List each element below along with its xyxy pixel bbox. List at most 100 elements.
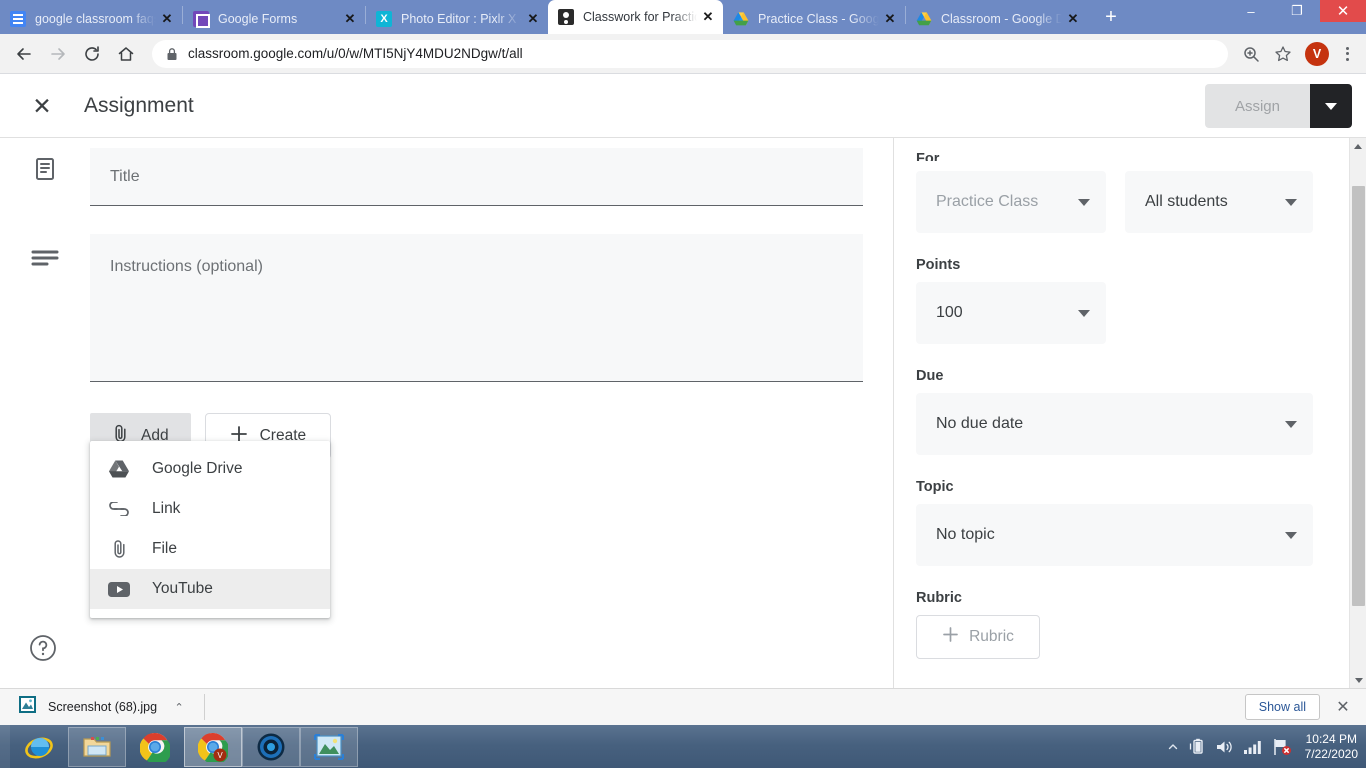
topic-block: Topic No topic	[916, 479, 1366, 566]
google-forms-icon	[193, 11, 210, 28]
close-icon[interactable]: ✕	[158, 10, 176, 28]
internet-explorer-icon[interactable]	[10, 727, 68, 767]
google-drive-icon	[733, 11, 749, 27]
media-player-icon[interactable]	[242, 726, 300, 767]
assignment-left-panel: Title Instructions (optional) Add Create…	[0, 138, 893, 688]
students-select-value: All students	[1145, 193, 1228, 210]
chevron-up-icon[interactable]: ⌃	[168, 701, 190, 714]
menu-item-youtube[interactable]: YouTube	[90, 569, 330, 609]
instructions-row: Instructions (optional)	[0, 206, 893, 382]
volume-icon[interactable]	[1215, 739, 1234, 755]
shelf-divider	[204, 694, 206, 720]
browser-tab-5[interactable]: Practice Class - Google D ✕	[723, 4, 905, 34]
topic-select-value: No topic	[936, 526, 995, 543]
browser-tab-6[interactable]: Classroom - Google Driv ✕	[906, 4, 1088, 34]
download-file-name: Screenshot (68).jpg	[48, 700, 158, 714]
scroll-down-icon[interactable]	[1350, 672, 1366, 688]
youtube-icon	[106, 581, 132, 598]
points-select[interactable]: 100	[916, 282, 1106, 344]
chevron-down-icon	[1078, 309, 1090, 317]
clock-time: 10:24 PM	[1305, 731, 1357, 746]
home-icon[interactable]	[110, 38, 142, 70]
assign-button[interactable]: Assign	[1204, 84, 1310, 128]
menu-item-label: File	[152, 540, 177, 557]
close-icon[interactable]: ✕	[1064, 10, 1082, 28]
title-field-wrap: Title	[90, 138, 893, 206]
back-icon[interactable]	[8, 38, 40, 70]
topic-select[interactable]: No topic	[916, 504, 1313, 566]
menu-item-label: Link	[152, 500, 181, 517]
url-text: classroom.google.com/u/0/w/MTI5NjY4MDU2N…	[188, 46, 523, 61]
tab-title: google classroom faqs a	[35, 12, 156, 26]
forward-icon[interactable]	[42, 38, 74, 70]
maximize-button[interactable]: ❐	[1274, 0, 1320, 22]
browser-tab-1[interactable]: google classroom faqs a ✕	[0, 4, 182, 34]
rubric-block: Rubric Rubric	[916, 590, 1366, 659]
assignment-appbar: ✕ Assignment Assign	[0, 75, 1366, 137]
reload-icon[interactable]	[76, 38, 108, 70]
file-explorer-icon[interactable]	[68, 726, 126, 767]
network-signal-icon[interactable]	[1243, 739, 1263, 755]
taskbar-clock[interactable]: 10:24 PM 7/22/2020	[1301, 732, 1358, 762]
scroll-up-icon[interactable]	[1350, 138, 1366, 155]
class-select-value: Practice Class	[936, 193, 1039, 210]
close-icon[interactable]: ✕	[699, 8, 717, 26]
scrollbar-thumb[interactable]	[1352, 186, 1365, 606]
chevron-down-icon	[1325, 102, 1337, 110]
close-icon[interactable]: ✕	[22, 86, 62, 126]
class-select[interactable]: Practice Class	[916, 171, 1106, 233]
help-icon[interactable]	[29, 634, 57, 662]
chrome-menu-icon[interactable]	[1336, 46, 1358, 61]
title-row: Title	[0, 138, 893, 206]
page-title: Assignment	[84, 94, 194, 117]
close-icon[interactable]: ✕	[881, 10, 899, 28]
google-chrome-active-icon[interactable]: V	[184, 726, 242, 767]
photos-icon[interactable]	[300, 726, 358, 767]
download-item[interactable]: Screenshot (68).jpg ⌃	[10, 695, 190, 719]
show-all-downloads-button[interactable]: Show all	[1244, 694, 1320, 720]
svg-text:V: V	[217, 751, 223, 760]
due-block: Due No due date	[916, 368, 1366, 455]
plus-icon	[942, 626, 959, 648]
zoom-icon[interactable]	[1236, 39, 1266, 69]
google-chrome-icon[interactable]	[126, 727, 184, 767]
close-icon[interactable]: ✕	[524, 10, 542, 28]
for-label: For	[916, 152, 940, 161]
rubric-label: Rubric	[916, 590, 962, 606]
tab-title: Practice Class - Google D	[758, 12, 879, 26]
browser-tab-4-active[interactable]: Classwork for Practice Cl ✕	[548, 0, 723, 34]
points-label: Points	[916, 257, 961, 273]
assign-dropdown-button[interactable]	[1310, 84, 1352, 128]
close-window-button[interactable]: ✕	[1320, 0, 1366, 22]
action-center-alert-icon[interactable]	[1272, 738, 1292, 756]
battery-icon[interactable]	[1188, 738, 1206, 755]
browser-tab-3[interactable]: Photo Editor : Pixlr X - fre ✕	[366, 4, 548, 34]
pixlr-icon	[376, 11, 392, 27]
browser-tab-2[interactable]: Google Forms ✕	[183, 4, 365, 34]
tray-expand-icon[interactable]	[1167, 741, 1179, 753]
due-date-select[interactable]: No due date	[916, 393, 1313, 455]
windows-taskbar: V 10:24 PM 7/22/2020	[0, 725, 1366, 768]
profile-avatar[interactable]: V	[1305, 41, 1329, 66]
menu-item-file[interactable]: File	[90, 529, 330, 569]
page-scrollbar[interactable]	[1349, 138, 1366, 688]
close-icon[interactable]: ✕	[341, 10, 359, 28]
toolbar-actions: V	[1236, 39, 1358, 69]
menu-item-link[interactable]: Link	[90, 489, 330, 529]
close-icon[interactable]: ✕	[1330, 697, 1356, 717]
instructions-field-wrap: Instructions (optional)	[90, 206, 893, 382]
new-tab-button[interactable]: +	[1096, 4, 1126, 32]
minimize-button[interactable]: –	[1228, 0, 1274, 22]
clock-date: 7/22/2020	[1304, 746, 1358, 761]
bookmark-star-icon[interactable]	[1268, 39, 1298, 69]
system-tray: 10:24 PM 7/22/2020	[1167, 732, 1366, 762]
address-bar[interactable]: classroom.google.com/u/0/w/MTI5NjY4MDU2N…	[152, 39, 1228, 68]
points-block: Points 100	[916, 257, 1366, 344]
assign-button-group: Assign	[1204, 84, 1352, 128]
instructions-input[interactable]: Instructions (optional)	[90, 234, 863, 382]
title-input[interactable]: Title	[90, 148, 863, 206]
add-rubric-button[interactable]: Rubric	[916, 615, 1040, 659]
menu-item-google-drive[interactable]: Google Drive	[90, 449, 330, 489]
chevron-down-icon	[1078, 198, 1090, 206]
students-select[interactable]: All students	[1125, 171, 1313, 233]
